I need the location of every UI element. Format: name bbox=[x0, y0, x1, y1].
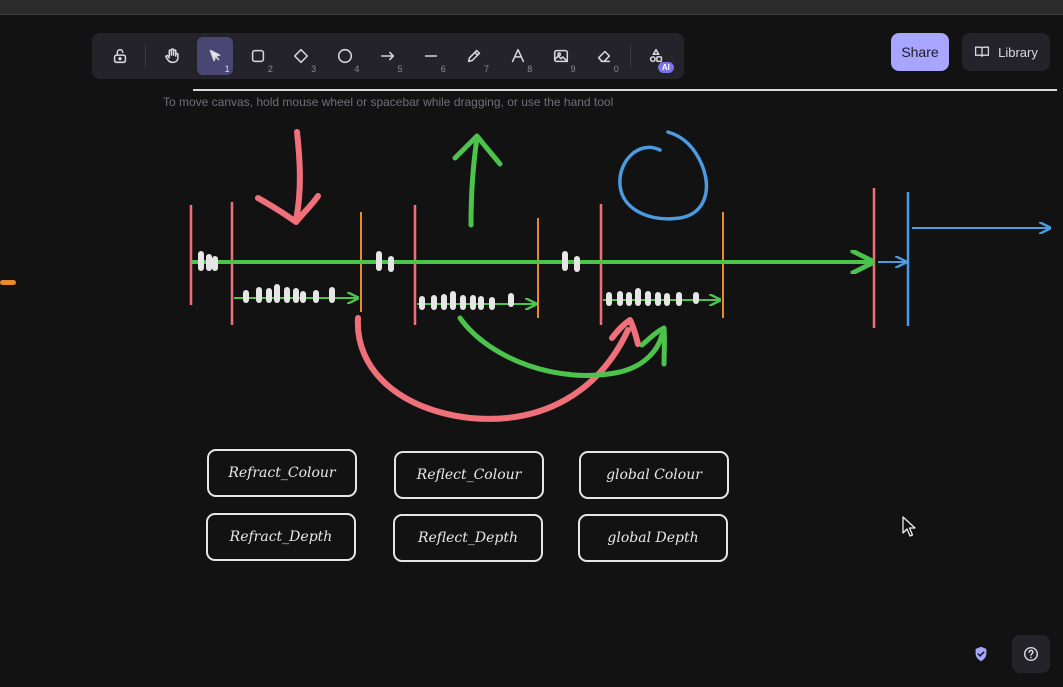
whiteboard-canvas[interactable] bbox=[0, 0, 1063, 687]
shield-check-icon bbox=[975, 646, 987, 662]
blue-circle-scribble[interactable] bbox=[618, 130, 709, 221]
green-arrow-up[interactable] bbox=[468, 135, 480, 228]
reflect-depth-box[interactable]: Reflect_Depth bbox=[393, 514, 543, 562]
red-arrow-head bbox=[255, 193, 321, 225]
red-curve-arrow[interactable] bbox=[354, 315, 631, 422]
reflect-colour-box[interactable]: Reflect_Colour bbox=[394, 451, 544, 499]
sample-ticks bbox=[198, 251, 699, 310]
refract-colour-box[interactable]: Refract_Colour bbox=[207, 449, 357, 497]
help-icon bbox=[1023, 646, 1039, 662]
red-arrow-down[interactable] bbox=[293, 129, 303, 223]
encryption-shield-button[interactable] bbox=[962, 635, 1000, 673]
refract-depth-box[interactable]: Refract_Depth bbox=[206, 513, 356, 561]
global-colour-box[interactable]: global Colour bbox=[579, 451, 729, 499]
global-depth-box[interactable]: global Depth bbox=[578, 514, 728, 562]
help-button[interactable] bbox=[1012, 635, 1050, 673]
mouse-cursor-icon bbox=[902, 516, 916, 537]
